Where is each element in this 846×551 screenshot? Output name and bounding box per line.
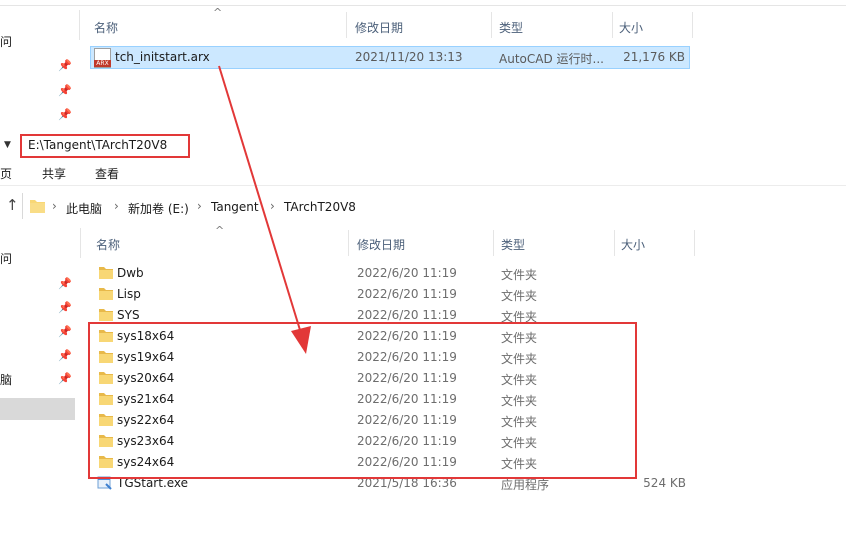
annotation-arrow xyxy=(218,65,311,354)
